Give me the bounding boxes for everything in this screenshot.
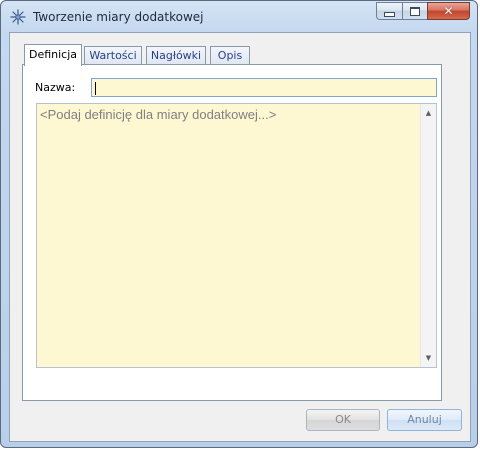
title-bar[interactable]: Tworzenie miary dodatkowej ✕ (1, 1, 477, 31)
minimize-icon (384, 11, 395, 17)
maximize-icon (410, 6, 420, 16)
vertical-scrollbar[interactable]: ▲ ▼ (420, 104, 436, 367)
tab-wartosci[interactable]: Wartości (84, 46, 142, 64)
tab-definicja[interactable]: Definicja (24, 44, 82, 66)
name-input[interactable] (91, 78, 437, 97)
name-label: Nazwa: (35, 81, 76, 94)
scroll-up-icon[interactable]: ▲ (421, 106, 436, 120)
snowflake-icon (10, 9, 26, 25)
dialog-client-area: Definicja Wartości Nagłówki Opis Nazwa: … (9, 32, 471, 442)
text-caret (95, 82, 96, 95)
dialog-window: Tworzenie miary dodatkowej ✕ Definicja W… (0, 0, 478, 448)
ok-button[interactable]: OK (306, 409, 380, 431)
caption-buttons: ✕ (376, 2, 470, 21)
definition-textarea[interactable]: <Podaj definicję dla miary dodatkowej...… (36, 103, 437, 368)
close-icon: ✕ (443, 4, 454, 18)
window-title: Tworzenie miary dodatkowej (33, 10, 204, 24)
close-button[interactable]: ✕ (427, 2, 470, 20)
tab-naglowki[interactable]: Nagłówki (146, 46, 206, 64)
scroll-down-icon[interactable]: ▼ (421, 351, 436, 365)
cancel-button[interactable]: Anuluj (387, 409, 462, 431)
definition-tab-panel: Nazwa: <Podaj definicję dla miary dodatk… (22, 64, 442, 401)
minimize-button[interactable] (376, 2, 402, 20)
tab-opis[interactable]: Opis (210, 46, 250, 64)
maximize-button[interactable] (402, 2, 427, 20)
definition-placeholder: <Podaj definicję dla miary dodatkowej...… (40, 107, 277, 122)
